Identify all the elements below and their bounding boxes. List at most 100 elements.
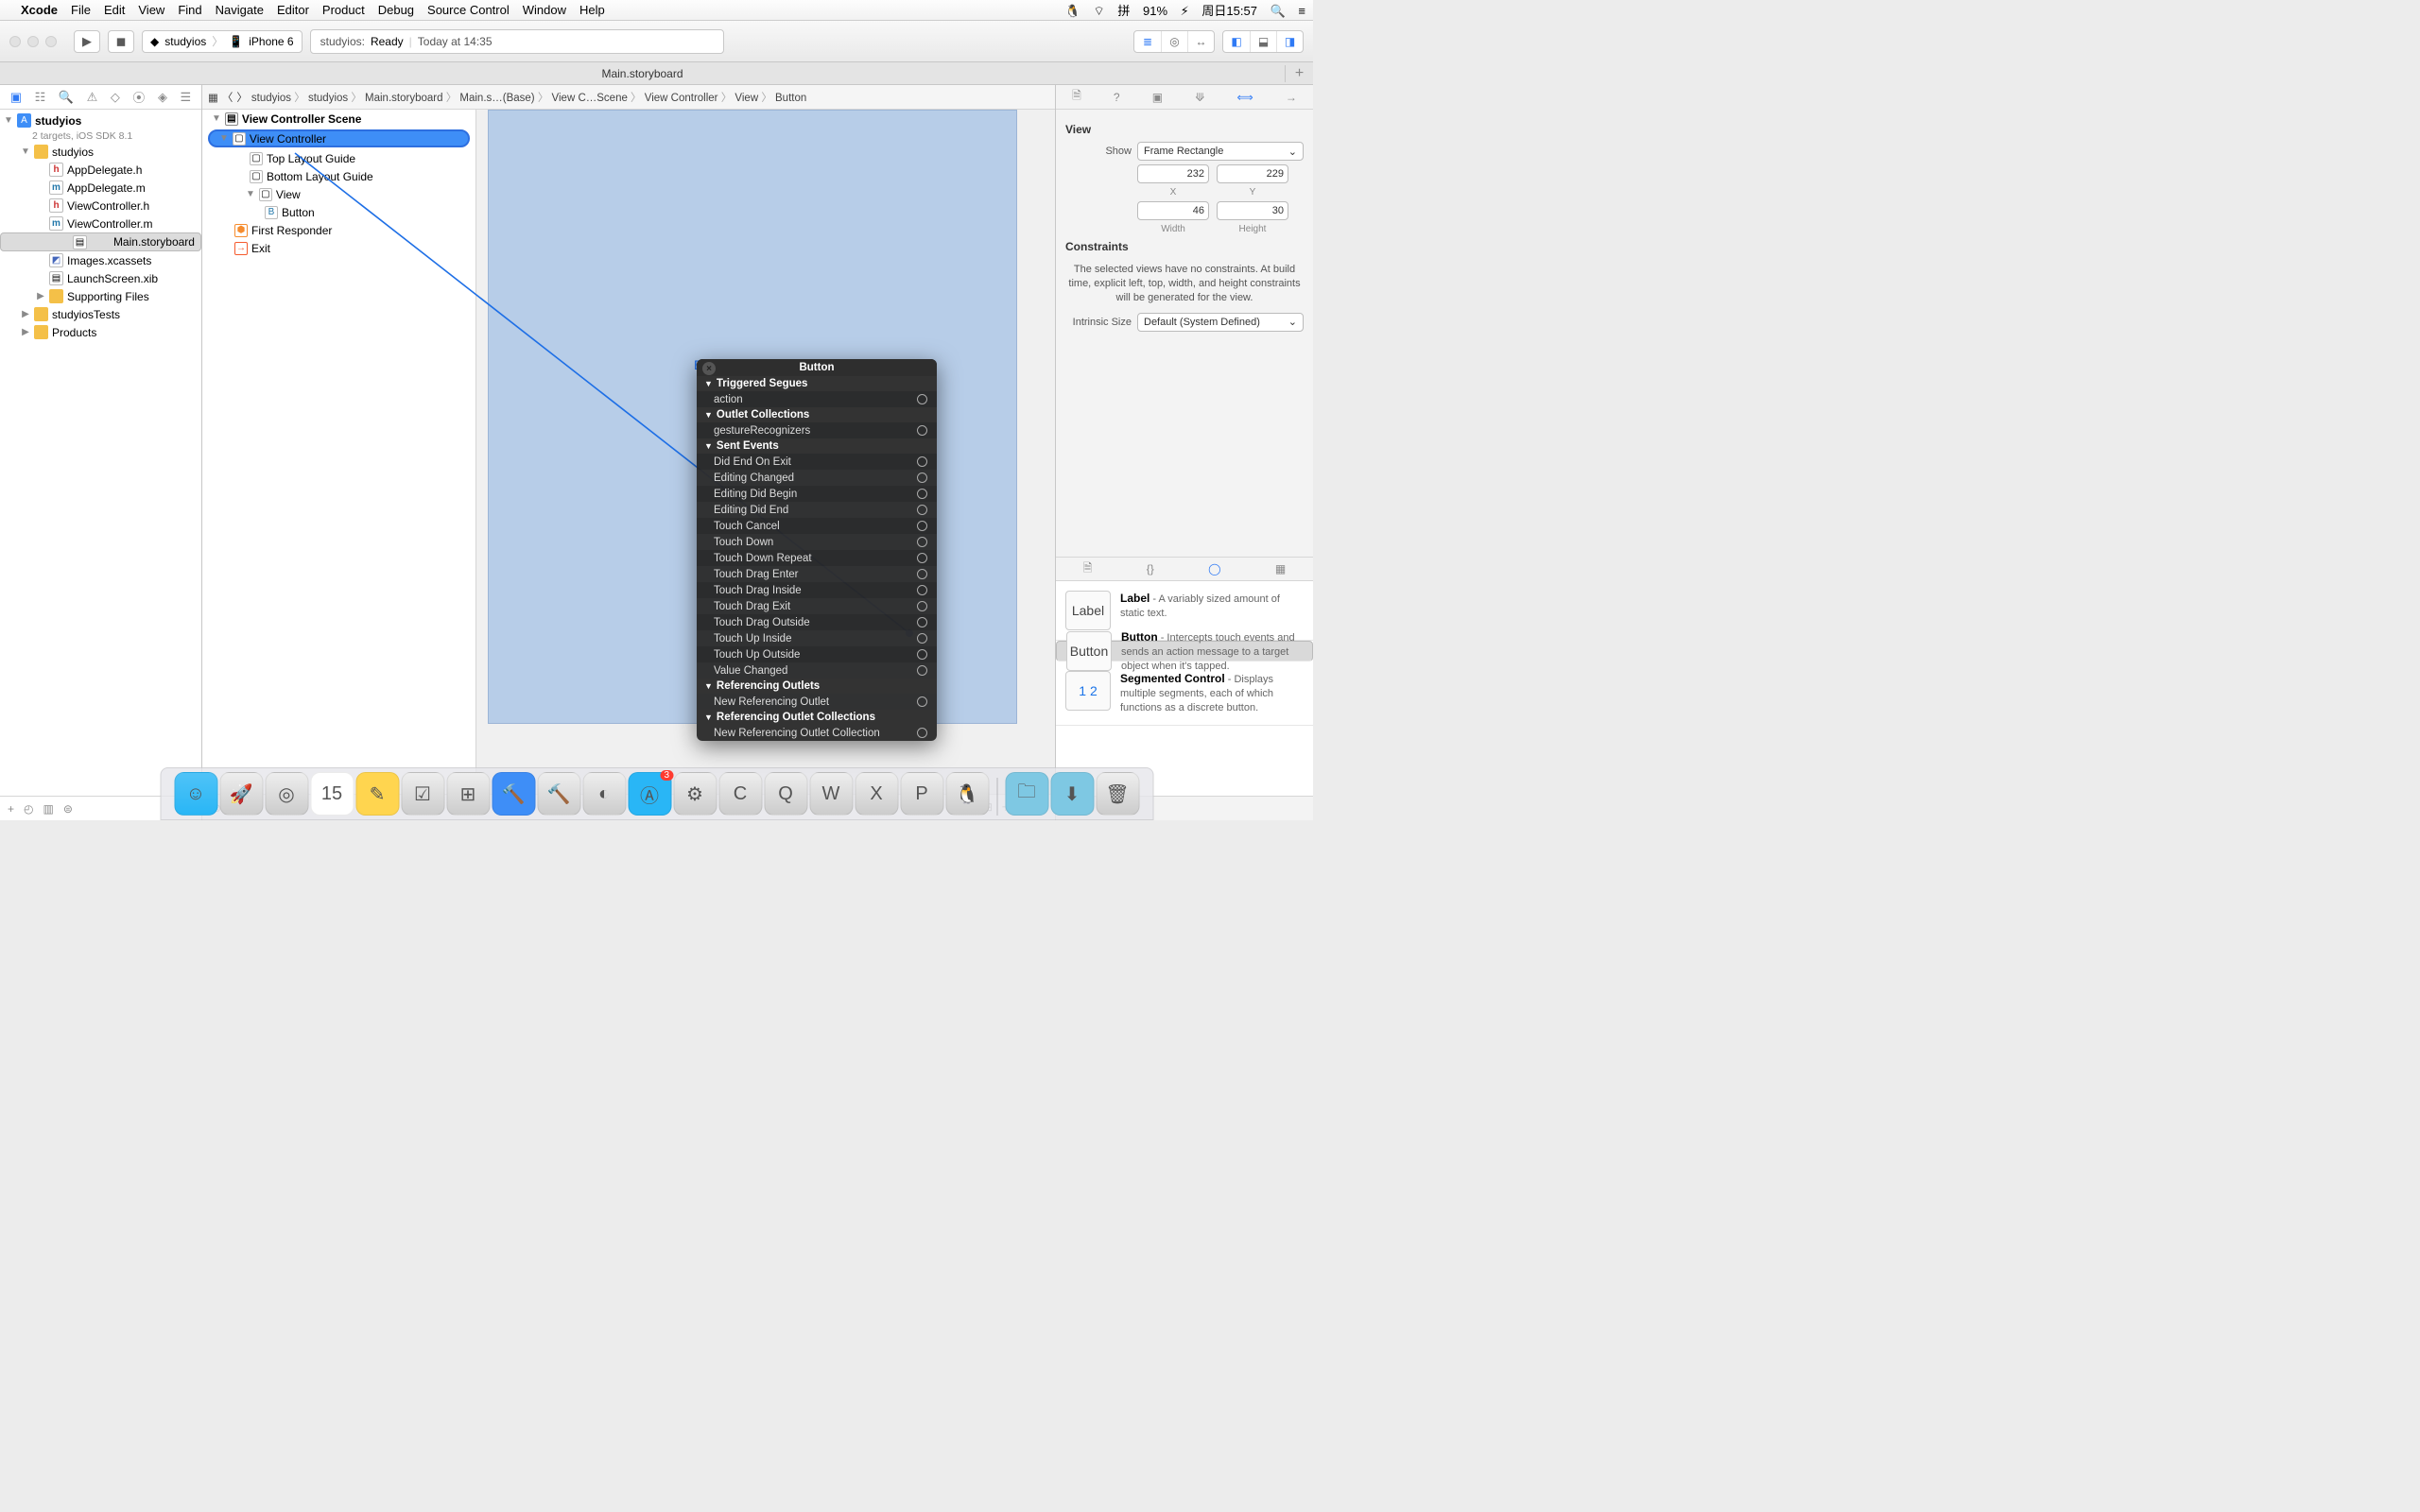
app-x-icon[interactable]: X [855,772,898,816]
outline-row[interactable]: ▼▢View [202,185,475,203]
toggle-navigator-icon[interactable]: ◧ [1223,31,1250,52]
file-template-library-icon[interactable]: 🗎 [1083,559,1093,579]
connection-port[interactable] [917,521,927,531]
nav-row[interactable]: ▶Supporting Files [0,287,201,305]
hud-connection-item[interactable]: Editing Changed [697,470,937,486]
jump-segment[interactable]: View Controller [645,93,718,104]
size-inspector-icon[interactable]: ⟺ [1237,91,1253,104]
reminders-icon[interactable]: ☑ [401,772,444,816]
test-navigator-icon[interactable]: ◇ [111,90,120,105]
outline-scene-header[interactable]: ▼ ▤ View Controller Scene [202,110,475,128]
hud-connection-item[interactable]: New Referencing Outlet [697,694,937,710]
launchpad-icon[interactable]: 🚀 [219,772,263,816]
forward-button[interactable]: 〉 [236,90,248,105]
outline-row[interactable]: ⬢First Responder [202,221,475,239]
attributes-inspector-icon[interactable]: ⟱ [1195,91,1204,104]
qq-icon[interactable]: 🐧 [1065,4,1080,18]
x-field[interactable]: 232 [1137,164,1209,183]
report-navigator-icon[interactable]: ☰ [181,90,192,105]
connection-port[interactable] [917,601,927,611]
toggle-debug-icon[interactable]: ⬓ [1250,31,1276,52]
intrinsic-select[interactable]: Default (System Defined)⌄ [1137,313,1304,332]
connection-port[interactable] [917,537,927,547]
connection-port[interactable] [917,728,927,738]
quick-help-icon[interactable]: ? [1114,91,1120,104]
jump-segment[interactable]: Button [775,93,806,104]
macos-dock[interactable]: ☺ 🚀 ◎ 15 ✎ ☑ ⊞ 🔨 🔨 ◐ Ⓐ ⚙ C Q W X P 🐧 🗀 ⬇… [160,767,1153,820]
jump-bar[interactable]: ▦ 〈 〉 studyios 〉 studyios 〉 Main.storybo… [202,85,1055,110]
related-items-icon[interactable]: ▦ [208,91,218,104]
hud-section[interactable]: Triggered Segues [697,376,937,391]
outline-row[interactable]: ▢Bottom Layout Guide [202,167,475,185]
xcode-beta-icon[interactable]: 🔨 [537,772,580,816]
identity-inspector-icon[interactable]: ▣ [1152,91,1163,104]
hud-connection-item[interactable]: Touch Drag Outside [697,614,937,630]
menu-view[interactable]: View [138,3,164,17]
panel-toggle-segmented[interactable]: ◧ ⬓ ◨ [1222,30,1304,53]
project-row[interactable]: ▼A studyios [0,112,201,129]
standard-editor-icon[interactable]: ≣ [1134,31,1161,52]
app-p-icon[interactable]: P [900,772,943,816]
trash-icon[interactable]: 🗑 [1096,772,1139,816]
connection-port[interactable] [917,696,927,707]
object-library-icon[interactable]: ◯ [1208,562,1220,576]
outline-row[interactable]: →Exit [202,239,475,257]
menu-find[interactable]: Find [178,3,201,17]
jump-segment[interactable]: View [735,93,758,104]
connection-port[interactable] [917,425,927,436]
app-w-icon[interactable]: W [809,772,853,816]
downloads-icon[interactable]: ⬇ [1050,772,1094,816]
navigator-tabs[interactable]: ▣ ☷ 🔍 ⚠ ◇ ⦿ ◈ ☰ [0,85,201,110]
jump-segment[interactable]: Main.s…(Base) [459,93,534,104]
filter-recent-icon[interactable]: ◴ [24,802,33,816]
outline-row[interactable]: ▢Top Layout Guide [202,149,475,167]
connection-port[interactable] [917,569,927,579]
object-library[interactable]: LabelLabel - A variably sized amount of … [1056,581,1313,796]
add-file-button[interactable]: + [8,802,14,816]
filter-scm-icon[interactable]: ▥ [43,802,54,816]
hud-connection-item[interactable]: Value Changed [697,662,937,679]
connection-port[interactable] [917,585,927,595]
version-editor-icon[interactable]: ↔ [1187,31,1214,52]
connection-port[interactable] [917,489,927,499]
hud-connection-item[interactable]: New Referencing Outlet Collection [697,725,937,741]
document-outline[interactable]: ▼ ▤ View Controller Scene ▼▢View Control… [202,110,476,794]
preferences-icon[interactable]: ⚙ [673,772,717,816]
symbol-navigator-icon[interactable]: ☷ [35,90,46,105]
connection-port[interactable] [917,505,927,515]
folder-dock-icon[interactable]: 🗀 [1005,772,1048,816]
height-field[interactable]: 30 [1217,201,1288,220]
hud-section[interactable]: Sent Events [697,438,937,454]
hud-connection-item[interactable]: Touch Drag Enter [697,566,937,582]
connection-port[interactable] [917,617,927,627]
nav-row[interactable]: hViewController.h [0,197,201,215]
library-tabs[interactable]: 🗎 {} ◯ ▦ [1056,557,1313,581]
menu-debug[interactable]: Debug [378,3,414,17]
menu-file[interactable]: File [71,3,91,17]
inspector-tabs[interactable]: 🗎 ? ▣ ⟱ ⟺ → [1056,85,1313,110]
calculator-icon[interactable]: ⊞ [446,772,490,816]
spotlight-icon[interactable]: 🔍 [1270,4,1286,18]
hud-connection-item[interactable]: gestureRecognizers [697,422,937,438]
menu-window[interactable]: Window [523,3,566,17]
close-window[interactable] [9,36,21,47]
connection-port[interactable] [917,553,927,563]
scheme-selector[interactable]: ◆ studyios 〉 📱 iPhone 6 [142,30,302,53]
battery-icon[interactable]: ⚡︎ [1181,4,1189,18]
menu-navigate[interactable]: Navigate [216,3,264,17]
notification-center-icon[interactable]: ≡ [1298,4,1305,18]
zoom-window[interactable] [45,36,57,47]
connection-port[interactable] [917,472,927,483]
library-item[interactable]: 1 2Segmented Control - Displays multiple… [1056,662,1313,726]
app-menu[interactable]: Xcode [21,3,58,17]
nav-row[interactable]: mViewController.m [0,215,201,232]
menu-product[interactable]: Product [322,3,365,17]
connections-inspector-icon[interactable]: → [1286,91,1297,104]
find-navigator-icon[interactable]: 🔍 [59,90,74,105]
calendar-icon[interactable]: 15 [310,772,354,816]
jump-segment[interactable]: studyios [251,93,291,104]
hud-connection-item[interactable]: Touch Down [697,534,937,550]
hud-section[interactable]: Referencing Outlets [697,679,937,694]
hud-connection-item[interactable]: Touch Down Repeat [697,550,937,566]
outline-row[interactable]: BButton [202,203,475,221]
